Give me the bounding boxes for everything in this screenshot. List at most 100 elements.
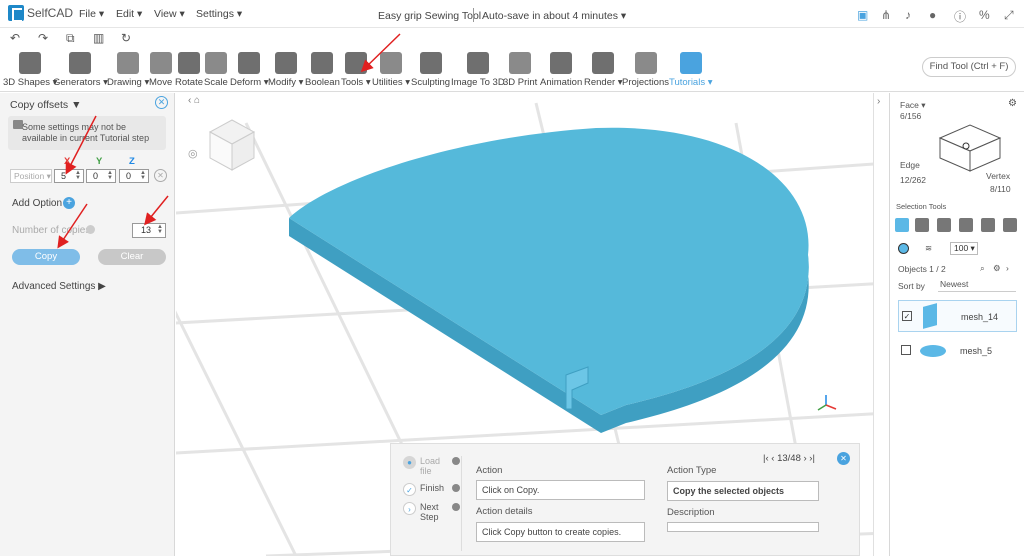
search-icon[interactable]: ⌕ (980, 263, 985, 274)
load-icon: ● (403, 456, 416, 469)
sort-select[interactable]: Newest (938, 279, 1016, 292)
save-icon[interactable]: ▣ (857, 8, 868, 22)
tool-tutorials[interactable]: Tutorials ▾ (669, 52, 713, 88)
edge-label[interactable]: Edge (900, 160, 920, 170)
lightbulb-icon[interactable]: ◎ (188, 147, 198, 160)
info-icon[interactable]: ⓘ (954, 8, 966, 25)
tool-image-to-3d[interactable]: Image To 3D (451, 52, 505, 88)
tool-3d-shapes[interactable]: 3D Shapes ▾ (3, 52, 57, 88)
step-next[interactable]: › Next Step (403, 502, 460, 522)
selection-tools-label: Selection Tools (896, 202, 947, 211)
copies-input[interactable]: 13 ▲ ▼ (132, 223, 166, 238)
units-icon[interactable]: % (979, 8, 990, 22)
object-checkbox[interactable]: ✓ (902, 311, 912, 321)
close-icon[interactable]: ✕ (155, 96, 168, 109)
deform-icon (238, 52, 261, 74)
info-icon[interactable] (86, 225, 95, 234)
offset-y-input[interactable]: 0 ▲ ▼ (86, 169, 116, 183)
action-type-label: Action Type (667, 465, 717, 476)
copy-icon[interactable]: ⧉ (66, 31, 75, 46)
menu-edit[interactable]: Edit ▾ (116, 8, 142, 20)
step-pager[interactable]: |‹ ‹ 13/48 › ›| (763, 453, 815, 464)
autosave-status[interactable]: Auto-save in about 4 minutes ▾ (482, 10, 626, 22)
app-logo[interactable]: SelfCAD (8, 5, 73, 22)
step-finish[interactable]: ✓ Finish (403, 483, 460, 496)
tool-render[interactable]: Render ▾ (584, 52, 623, 88)
object-checkbox[interactable] (901, 345, 911, 355)
tool-tools[interactable]: Tools ▾ (341, 52, 371, 88)
account-icon[interactable]: ● (929, 8, 936, 22)
step-load-file[interactable]: ● Load file (403, 456, 460, 476)
info-icon[interactable] (452, 484, 460, 492)
right-panel-toggle[interactable]: › (873, 93, 888, 556)
tool-scale[interactable]: Scale (204, 52, 228, 88)
tool-drawing[interactable]: Drawing ▾ (107, 52, 149, 88)
select-all-icon[interactable] (1003, 218, 1017, 232)
tool-utilities[interactable]: Utilities ▾ (372, 52, 410, 88)
chevron-right-icon[interactable]: › (877, 96, 880, 107)
action-field: Click on Copy. (476, 480, 645, 500)
tool-move[interactable]: Move (149, 52, 172, 88)
find-tool-input[interactable]: Find Tool (Ctrl + F) (922, 57, 1016, 77)
description-field (667, 522, 819, 532)
steps-divider (461, 456, 462, 551)
tool-modify[interactable]: Modify ▾ (268, 52, 303, 88)
redo-icon[interactable]: ↷ (38, 31, 48, 45)
zoom-input[interactable]: 100 ▾ (950, 242, 978, 255)
select-edge-icon[interactable] (937, 218, 951, 232)
tool-projections[interactable]: Projections (622, 52, 669, 88)
position-select[interactable]: Position ▾ (10, 169, 52, 183)
menu-view[interactable]: View ▾ (154, 8, 185, 20)
tool-sculpting[interactable]: Sculpting (411, 52, 450, 88)
gear-icon[interactable]: ⚙ (1008, 98, 1017, 109)
color-swatch[interactable] (898, 243, 909, 254)
select-vertex-icon[interactable] (959, 218, 973, 232)
chevron-right-icon[interactable]: › (1006, 263, 1009, 273)
info-icon[interactable] (452, 457, 460, 465)
chevron-right-icon: › (403, 502, 416, 515)
select-object-icon[interactable] (895, 218, 909, 232)
menu-file[interactable]: File ▾ (79, 8, 104, 20)
utilities-icon (380, 52, 403, 74)
close-icon[interactable]: ✕ (837, 452, 850, 465)
menu-settings[interactable]: Settings ▾ (196, 8, 242, 20)
undo-icon[interactable]: ↶ (10, 31, 20, 45)
fullscreen-icon[interactable]: ⤢ (1004, 8, 1014, 23)
axis-x-label: X (64, 156, 71, 167)
plus-icon[interactable]: + (63, 197, 75, 209)
tool-3d-print[interactable]: 3D Print (503, 52, 537, 88)
layers-icon[interactable]: ≋ (925, 243, 932, 254)
copy-button[interactable]: Copy (12, 249, 80, 265)
notifications-icon[interactable]: ♪ (905, 8, 911, 22)
object-row-mesh-14[interactable]: ✓ mesh_14 (898, 300, 1017, 332)
title-divider (473, 8, 474, 22)
select-face-icon[interactable] (915, 218, 929, 232)
info-icon[interactable] (452, 503, 460, 511)
vertex-label[interactable]: Vertex (986, 171, 1010, 181)
select-loop-icon[interactable] (981, 218, 995, 232)
project-title[interactable]: Easy grip Sewing Tool (378, 10, 481, 22)
collapse-panel-icon[interactable]: ‹ (188, 95, 191, 106)
reset-icon[interactable]: ↻ (121, 31, 131, 45)
description-label: Description (667, 507, 715, 518)
share-icon[interactable]: ⋔ (881, 8, 891, 22)
tool-rotate[interactable]: Rotate (175, 52, 203, 88)
tool-animation[interactable]: Animation (540, 52, 582, 88)
clear-offsets-icon[interactable]: ✕ (154, 169, 167, 182)
offset-x-input[interactable]: 5 ▲ ▼ (54, 169, 84, 183)
tool-deform[interactable]: Deform ▾ (230, 52, 269, 88)
face-mode[interactable]: Face ▾ (900, 100, 926, 111)
action-details-field: Click Copy button to create copies. (476, 522, 645, 542)
clear-button[interactable]: Clear (98, 249, 166, 265)
object-row-mesh-5[interactable]: mesh_5 (898, 335, 1017, 367)
tool-generators[interactable]: Generators ▾ (53, 52, 108, 88)
home-icon[interactable]: ⌂ (194, 95, 200, 106)
delete-icon[interactable]: ▥ (93, 31, 104, 45)
gear-icon[interactable]: ⚙ (993, 263, 1001, 274)
add-option-label[interactable]: Add Option (12, 198, 62, 209)
quick-actions-bar: ↶ ↷ ⧉ ▥ ↻ (0, 28, 1024, 48)
offset-z-input[interactable]: 0 ▲ ▼ (119, 169, 149, 183)
advanced-settings-toggle[interactable]: Advanced Settings ▶ (12, 281, 106, 292)
tool-boolean[interactable]: Boolean (305, 52, 340, 88)
printer-icon (509, 52, 532, 74)
